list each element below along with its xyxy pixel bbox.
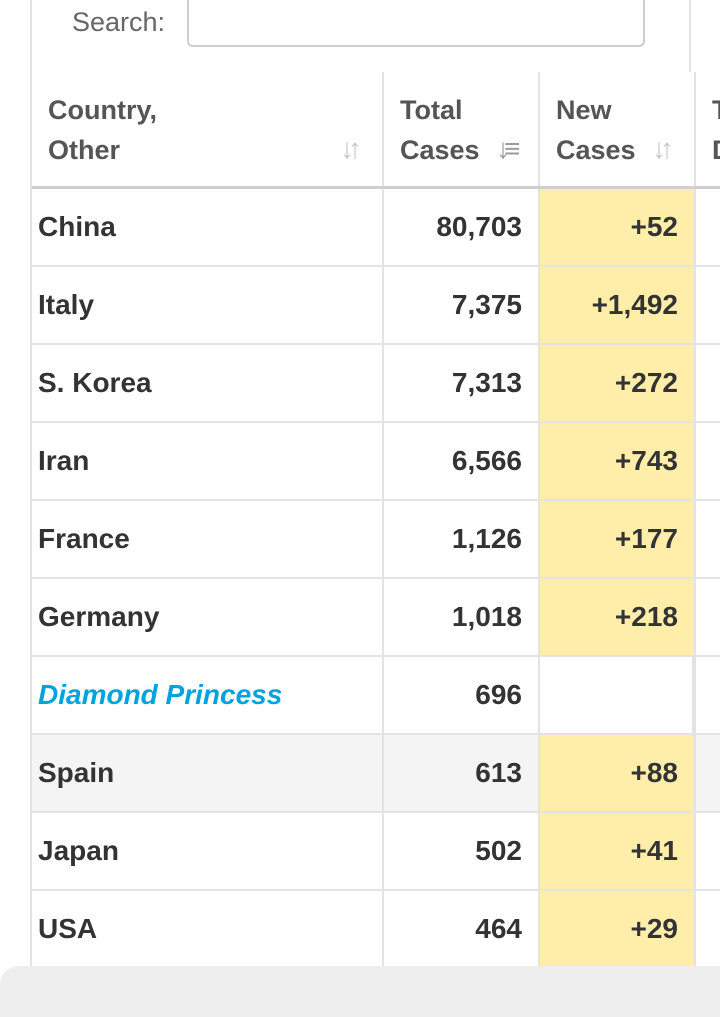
cell-new-cases: +177 <box>538 501 694 577</box>
cell-country: Spain <box>32 735 382 811</box>
search-label: Search: <box>72 7 166 37</box>
country-name: S. Korea <box>38 367 152 398</box>
table-row: Japan 502 +41 <box>32 813 720 891</box>
cell-next-column <box>694 579 720 655</box>
header-next-line2: D <box>712 130 720 170</box>
cell-new-cases: +1,492 <box>538 267 694 343</box>
cell-total-cases: 696 <box>382 657 538 733</box>
country-name: Germany <box>38 601 160 632</box>
search-input[interactable] <box>187 0 645 47</box>
table-row: China 80,703 +52 <box>32 189 720 267</box>
sort-descending-icon[interactable]: ↓≡ <box>496 134 524 164</box>
cell-new-cases <box>538 657 694 733</box>
cell-country: Germany <box>32 579 382 655</box>
cell-next-column <box>694 267 720 343</box>
country-name: Japan <box>38 835 119 866</box>
cell-country[interactable]: Diamond Princess <box>32 657 382 733</box>
cell-total-cases: 1,126 <box>382 501 538 577</box>
bottom-sheet[interactable] <box>0 966 720 1017</box>
cell-new-cases: +272 <box>538 345 694 421</box>
table-row: France 1,126 +177 <box>32 501 720 579</box>
sort-unsorted-icon[interactable]: ↓↑ <box>652 134 680 164</box>
country-name: China <box>38 211 116 242</box>
header-new-line2: Cases <box>556 135 636 165</box>
cell-country: Iran <box>32 423 382 499</box>
table-row: Diamond Princess 696 <box>32 657 720 735</box>
cell-next-column <box>694 501 720 577</box>
header-new-cases[interactable]: New Cases ↓↑ <box>538 72 694 186</box>
cell-total-cases: 6,566 <box>382 423 538 499</box>
header-total-cases[interactable]: Total Cases ↓≡ <box>382 72 538 186</box>
cell-country: China <box>32 189 382 265</box>
cell-country: Japan <box>32 813 382 889</box>
table-row: S. Korea 7,313 +272 <box>32 345 720 423</box>
cell-country: S. Korea <box>32 345 382 421</box>
table-body: China 80,703 +52 Italy 7,375 +1,492 S. Korea 7,… <box>32 189 720 969</box>
country-name: Italy <box>38 289 95 320</box>
table-header: Country, Other ↓↑ Total Cases ↓≡ New Cas… <box>32 72 720 189</box>
cell-total-cases: 464 <box>382 891 538 967</box>
search-area-right-border <box>689 0 691 72</box>
country-name: France <box>38 523 130 554</box>
cell-total-cases: 80,703 <box>382 189 538 265</box>
table-row: Spain 613 +88 <box>32 735 720 813</box>
cell-new-cases: +29 <box>538 891 694 967</box>
country-name: USA <box>38 913 98 944</box>
cell-new-cases: +88 <box>538 735 694 811</box>
header-next-line1: T <box>712 90 720 130</box>
page: Search: Country, Other ↓↑ Total Cases ↓≡… <box>0 0 720 1017</box>
table-row: Germany 1,018 +218 <box>32 579 720 657</box>
sort-unsorted-icon[interactable]: ↓↑ <box>340 134 368 164</box>
cell-next-column <box>694 891 720 967</box>
cell-next-column <box>694 735 720 811</box>
cell-new-cases: +743 <box>538 423 694 499</box>
header-country[interactable]: Country, Other ↓↑ <box>32 72 382 186</box>
cell-new-cases: +218 <box>538 579 694 655</box>
table-row: Italy 7,375 +1,492 <box>32 267 720 345</box>
cell-total-cases: 7,375 <box>382 267 538 343</box>
header-country-line2: Other <box>48 135 121 165</box>
header-country-line1: Country, <box>48 95 157 125</box>
cell-next-column <box>694 657 720 733</box>
cell-country: France <box>32 501 382 577</box>
header-next-column[interactable]: T D <box>694 72 720 186</box>
country-link[interactable]: Diamond Princess <box>38 679 282 710</box>
cell-country: USA <box>32 891 382 967</box>
cell-new-cases: +52 <box>538 189 694 265</box>
table-row: USA 464 +29 <box>32 891 720 969</box>
cell-new-cases: +41 <box>538 813 694 889</box>
header-total-line1: Total <box>400 95 463 125</box>
cell-next-column <box>694 189 720 265</box>
cell-total-cases: 1,018 <box>382 579 538 655</box>
cell-country: Italy <box>32 267 382 343</box>
header-total-line2: Cases <box>400 135 480 165</box>
country-name: Spain <box>38 757 115 788</box>
country-name: Iran <box>38 445 90 476</box>
table-row: Iran 6,566 +743 <box>32 423 720 501</box>
header-new-line1: New <box>556 95 612 125</box>
cell-next-column <box>694 345 720 421</box>
cell-total-cases: 502 <box>382 813 538 889</box>
cell-total-cases: 613 <box>382 735 538 811</box>
cell-total-cases: 7,313 <box>382 345 538 421</box>
cell-next-column <box>694 423 720 499</box>
cell-next-column <box>694 813 720 889</box>
